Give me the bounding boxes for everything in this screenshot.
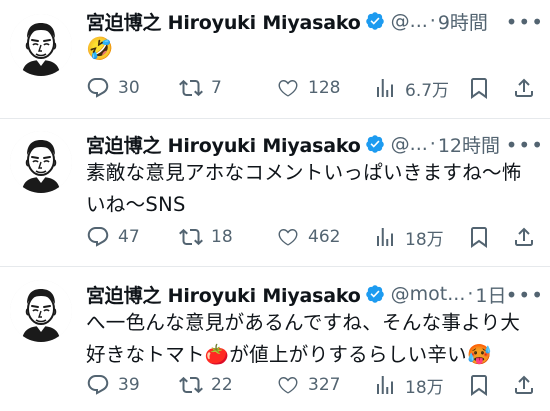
avatar[interactable] bbox=[10, 14, 72, 76]
separator-dot: · bbox=[429, 10, 436, 32]
reply-button[interactable]: 47 bbox=[86, 222, 140, 252]
bookmark-button[interactable] bbox=[467, 370, 491, 400]
view-count: 18万 bbox=[405, 377, 444, 398]
action-bar: 39 22 327 18万 bbox=[86, 370, 540, 400]
tweet-text-line: いね〜SNS bbox=[86, 193, 186, 216]
like-button[interactable]: 462 bbox=[276, 222, 340, 252]
views-icon bbox=[377, 228, 393, 246]
separator-dot: · bbox=[467, 283, 474, 305]
tweet[interactable]: 宮迫博之 Hiroyuki Miyasako @... · 12時間 ••• 素… bbox=[0, 119, 550, 266]
tweet-text-line: 好きなトマト🍅が値上がりするらしい辛い🥵 bbox=[86, 343, 492, 366]
like-count: 462 bbox=[308, 227, 341, 247]
action-bar: 30 7 128 6.7万 bbox=[86, 73, 540, 103]
reply-count: 47 bbox=[118, 227, 140, 247]
share-icon bbox=[515, 227, 533, 246]
more-icon[interactable]: ••• bbox=[506, 133, 544, 157]
bookmark-button[interactable] bbox=[467, 73, 491, 103]
more-icon[interactable]: ••• bbox=[506, 10, 544, 34]
bookmark-icon bbox=[471, 375, 487, 396]
tweet-text: 素敵な意見アホなコメントいっぱいきますね〜怖 いね〜SNS bbox=[86, 157, 536, 221]
more-icon[interactable]: ••• bbox=[506, 283, 544, 307]
retweet-count: 18 bbox=[211, 227, 233, 247]
like-button[interactable]: 128 bbox=[276, 73, 340, 103]
tweet-text: へ一色んな意見があるんですね、そんな事より大 好きなトマト🍅が値上がりするらしい… bbox=[86, 307, 536, 371]
reply-icon bbox=[87, 375, 109, 395]
reply-button[interactable]: 39 bbox=[86, 370, 140, 400]
tweet-time[interactable]: 12時間 bbox=[438, 131, 500, 158]
share-icon bbox=[515, 375, 533, 394]
author-handle[interactable]: @... bbox=[391, 10, 428, 32]
retweet-icon bbox=[179, 376, 203, 394]
author-name[interactable]: 宮迫博之 Hiroyuki Miyasako bbox=[86, 8, 361, 35]
author-name[interactable]: 宮迫博之 Hiroyuki Miyasako bbox=[86, 281, 361, 308]
retweet-icon bbox=[179, 228, 203, 246]
views-icon bbox=[377, 79, 393, 97]
avatar[interactable] bbox=[10, 131, 72, 193]
author-handle[interactable]: @... bbox=[391, 133, 428, 155]
like-count: 327 bbox=[308, 375, 341, 395]
reply-icon bbox=[87, 78, 109, 98]
view-count: 18万 bbox=[405, 229, 444, 250]
like-button[interactable]: 327 bbox=[276, 370, 340, 400]
verified-badge-icon bbox=[365, 285, 384, 303]
heart-icon bbox=[278, 376, 298, 394]
view-count: 6.7万 bbox=[405, 80, 450, 101]
bookmark-icon bbox=[471, 227, 487, 248]
retweet-button[interactable]: 7 bbox=[179, 73, 222, 103]
separator-dot: · bbox=[429, 133, 436, 155]
views-button[interactable]: 6.7万 bbox=[373, 73, 449, 103]
emoji: 🤣 bbox=[86, 37, 114, 62]
share-button[interactable] bbox=[512, 222, 536, 252]
like-count: 128 bbox=[308, 78, 341, 98]
views-button[interactable]: 18万 bbox=[373, 370, 444, 400]
retweet-button[interactable]: 18 bbox=[179, 222, 233, 252]
reply-icon bbox=[87, 227, 109, 247]
tweet-time[interactable]: 9時間 bbox=[438, 8, 488, 35]
retweet-icon bbox=[179, 79, 203, 97]
tweet-text: 🤣 bbox=[86, 35, 536, 65]
share-icon bbox=[515, 78, 533, 97]
reply-count: 30 bbox=[118, 78, 140, 98]
avatar[interactable] bbox=[10, 280, 72, 342]
tweet-text-line: へ一色んな意見があるんですね、そんな事より大 bbox=[86, 311, 521, 334]
retweet-count: 22 bbox=[211, 375, 233, 395]
views-icon bbox=[377, 376, 393, 394]
tweet[interactable]: 宮迫博之 Hiroyuki Miyasako @mot... · 1日 ••• … bbox=[0, 267, 550, 411]
tweet-header: 宮迫博之 Hiroyuki Miyasako @... · 12時間 bbox=[86, 131, 540, 157]
author-handle[interactable]: @mot... bbox=[391, 283, 466, 305]
retweet-count: 7 bbox=[211, 78, 222, 98]
tweet-time[interactable]: 1日 bbox=[475, 281, 506, 308]
share-button[interactable] bbox=[512, 370, 536, 400]
tweet[interactable]: 宮迫博之 Hiroyuki Miyasako @... · 9時間 ••• 🤣 … bbox=[0, 0, 550, 118]
tweet-header: 宮迫博之 Hiroyuki Miyasako @mot... · 1日 bbox=[86, 281, 540, 307]
heart-icon bbox=[278, 79, 298, 97]
verified-badge-icon bbox=[365, 12, 384, 30]
heart-icon bbox=[278, 228, 298, 246]
views-button[interactable]: 18万 bbox=[373, 222, 444, 252]
bookmark-button[interactable] bbox=[467, 222, 491, 252]
author-name[interactable]: 宮迫博之 Hiroyuki Miyasako bbox=[86, 131, 361, 158]
verified-badge-icon bbox=[365, 135, 384, 153]
action-bar: 47 18 462 18万 bbox=[86, 222, 540, 252]
share-button[interactable] bbox=[512, 73, 536, 103]
reply-button[interactable]: 30 bbox=[86, 73, 140, 103]
bookmark-icon bbox=[471, 78, 487, 99]
retweet-button[interactable]: 22 bbox=[179, 370, 233, 400]
tweet-header: 宮迫博之 Hiroyuki Miyasako @... · 9時間 bbox=[86, 8, 540, 34]
tweet-text-line: 素敵な意見アホなコメントいっぱいきますね〜怖 bbox=[86, 161, 522, 184]
reply-count: 39 bbox=[118, 375, 140, 395]
